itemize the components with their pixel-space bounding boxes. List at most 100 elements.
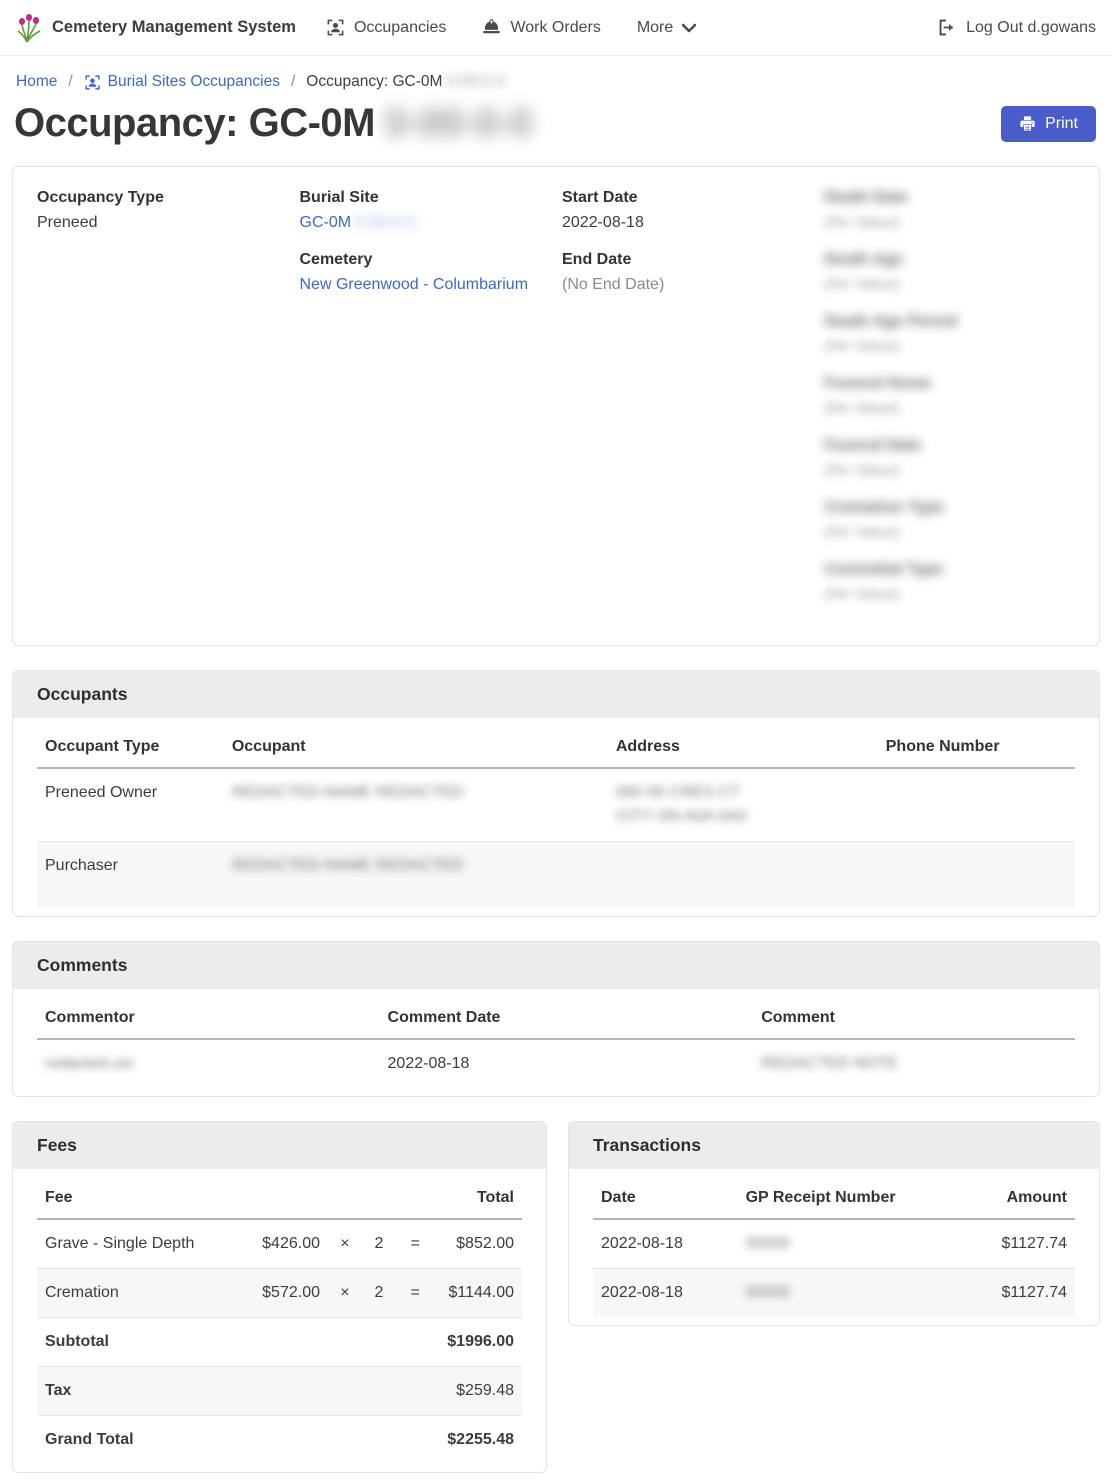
grand-total-row: Grand Total $2255.48 — [37, 1415, 522, 1464]
col-header-occupant: Occupant — [224, 724, 608, 768]
field-value: Preneed — [37, 214, 288, 232]
address-cell — [608, 842, 878, 908]
fee-name-cell: Grave - Single Depth — [37, 1219, 241, 1269]
occupant-type-cell: Preneed Owner — [37, 768, 224, 842]
details-col-2: Burial Site GC-0M 0-00-0-0 Cemetery New … — [300, 189, 551, 623]
comment-date-cell: 2022-08-18 — [380, 1039, 754, 1088]
burial-site-link[interactable]: GC-0M 0-00-0-0 — [300, 214, 417, 231]
table-row: Preneed Owner REDACTED-NAME REDACTED 000… — [37, 768, 1075, 842]
fees-table: Fee Total Grave - Single Depth $426.00 ×… — [37, 1175, 522, 1464]
transactions-section: Transactions Date GP Receipt Number Amou… — [568, 1121, 1100, 1326]
tax-row: Tax $259.48 — [37, 1366, 522, 1415]
print-button[interactable]: Print — [1001, 106, 1096, 142]
col-header-amount: Amount — [954, 1175, 1075, 1219]
redacted-commentor: redacted.usr — [45, 1055, 134, 1072]
breadcrumb-section-label: Burial Sites Occupancies — [108, 73, 280, 91]
details-col-3: Start Date 2022-08-18 End Date (No End D… — [562, 189, 813, 623]
phone-cell — [878, 842, 1075, 908]
transaction-amount-cell: $1127.74 — [954, 1219, 1075, 1269]
redacted-field: Death Age (No Value) — [825, 251, 1076, 294]
equals-sign: = — [396, 1219, 435, 1269]
field-label: Occupancy Type — [37, 189, 288, 207]
col-header-commentor: Commentor — [37, 995, 380, 1039]
table-row: Cremation $572.00 × 2 = $1144.00 — [37, 1268, 522, 1317]
redacted-address-line: 000 00 CRES CT — [616, 784, 870, 802]
breadcrumb-home-link[interactable]: Home — [16, 73, 57, 91]
top-navbar: Cemetery Management System Occupancies W… — [0, 0, 1112, 56]
redacted-receipt-number: 00000 — [746, 1284, 791, 1301]
table-row: Grave - Single Depth $426.00 × 2 = $852.… — [37, 1219, 522, 1269]
col-header-gp-receipt: GP Receipt Number — [738, 1175, 955, 1219]
redacted-field: Committal Type (No Value) — [825, 561, 1076, 604]
field-label: Cemetery — [300, 251, 551, 269]
col-header-date: Date — [593, 1175, 738, 1219]
tax-value: $259.48 — [241, 1366, 522, 1415]
subtotal-value: $1996.00 — [241, 1317, 522, 1366]
nav-label-work-orders: Work Orders — [510, 19, 600, 37]
occupants-section-title: Occupants — [13, 671, 1099, 718]
nav-item-more[interactable]: More — [637, 19, 696, 37]
nav-item-work-orders[interactable]: Work Orders — [482, 19, 600, 37]
redacted-field: Funeral Date (No Value) — [825, 437, 1076, 480]
occupants-table: Occupant Type Occupant Address Phone Num… — [37, 724, 1075, 908]
printer-icon — [1019, 115, 1036, 132]
transaction-date-cell: 2022-08-18 — [593, 1268, 738, 1317]
field-label: Start Date — [562, 189, 813, 207]
page-title: Occupancy: GC-0M 0-00-0-0 — [14, 101, 532, 146]
grand-total-value: $2255.48 — [241, 1415, 522, 1464]
field-value: (No End Date) — [562, 276, 813, 294]
breadcrumb-occupancies-link[interactable]: Burial Sites Occupancies — [84, 73, 280, 91]
nav-label-occupancies: Occupancies — [354, 19, 447, 37]
nav-label-more: More — [637, 19, 673, 37]
breadcrumb-separator: / — [68, 73, 72, 91]
fees-section-title: Fees — [13, 1122, 546, 1169]
transaction-date-cell: 2022-08-18 — [593, 1219, 738, 1269]
redacted-occupant-name: REDACTED-NAME REDACTED — [232, 784, 464, 801]
framed-person-icon — [326, 18, 345, 37]
equals-sign: = — [396, 1268, 435, 1317]
subtotal-row: Subtotal $1996.00 — [37, 1317, 522, 1366]
col-header-address: Address — [608, 724, 878, 768]
logout-button[interactable]: Log Out d.gowans — [938, 19, 1096, 37]
breadcrumb-current: Occupancy: GC-0M 0-00-0-0 — [306, 73, 505, 91]
redacted-comment: REDACTED NOTE — [761, 1055, 898, 1072]
fee-total-cell: $1144.00 — [435, 1268, 522, 1317]
tax-label: Tax — [37, 1366, 241, 1415]
breadcrumb: Home / Burial Sites Occupancies / Occupa… — [0, 56, 1112, 91]
redacted-field: Funeral Home (No Value) — [825, 375, 1076, 418]
occupancy-details-card: Occupancy Type Preneed Burial Site GC-0M… — [12, 166, 1100, 646]
fee-price-cell: $426.00 — [241, 1219, 328, 1269]
field-label: End Date — [562, 251, 813, 269]
fee-price-cell: $572.00 — [241, 1268, 328, 1317]
brand: Cemetery Management System — [16, 13, 296, 43]
cemetery-link[interactable]: New Greenwood - Columbarium — [300, 276, 529, 293]
grand-total-label: Grand Total — [37, 1415, 241, 1464]
redacted-burial-site-id: 0-00-0-0 — [356, 214, 416, 231]
fee-qty-cell: 2 — [362, 1268, 396, 1317]
field-value: 2022-08-18 — [562, 214, 813, 232]
fee-name-cell: Cremation — [37, 1268, 241, 1317]
redacted-receipt-number: 00000 — [746, 1235, 791, 1252]
redacted-occupant-name: REDACTED-NAME REDACTED — [232, 857, 464, 874]
comments-section: Comments Commentor Comment Date Comment … — [12, 941, 1100, 1097]
multiply-sign: × — [328, 1268, 362, 1317]
comments-table: Commentor Comment Date Comment redacted.… — [37, 995, 1075, 1088]
framed-person-icon — [84, 74, 101, 91]
transaction-amount-cell: $1127.74 — [954, 1268, 1075, 1317]
occupant-type-cell: Purchaser — [37, 842, 224, 908]
redacted-title-id: 0-00-0-0 — [385, 101, 532, 146]
field-end-date: End Date (No End Date) — [562, 251, 813, 294]
sign-out-icon — [938, 19, 957, 36]
fee-qty-cell: 2 — [362, 1219, 396, 1269]
table-row: redacted.usr 2022-08-18 REDACTED NOTE — [37, 1039, 1075, 1088]
field-start-date: Start Date 2022-08-18 — [562, 189, 813, 232]
table-row: 2022-08-18 00000 $1127.74 — [593, 1219, 1075, 1269]
phone-cell — [878, 768, 1075, 842]
logout-label: Log Out d.gowans — [966, 19, 1096, 37]
nav-item-occupancies[interactable]: Occupancies — [326, 18, 447, 37]
redacted-field: Cremation Type (No Value) — [825, 499, 1076, 542]
field-label: Burial Site — [300, 189, 551, 207]
fee-total-cell: $852.00 — [435, 1219, 522, 1269]
tulips-logo-icon — [16, 13, 42, 43]
subtotal-label: Subtotal — [37, 1317, 241, 1366]
